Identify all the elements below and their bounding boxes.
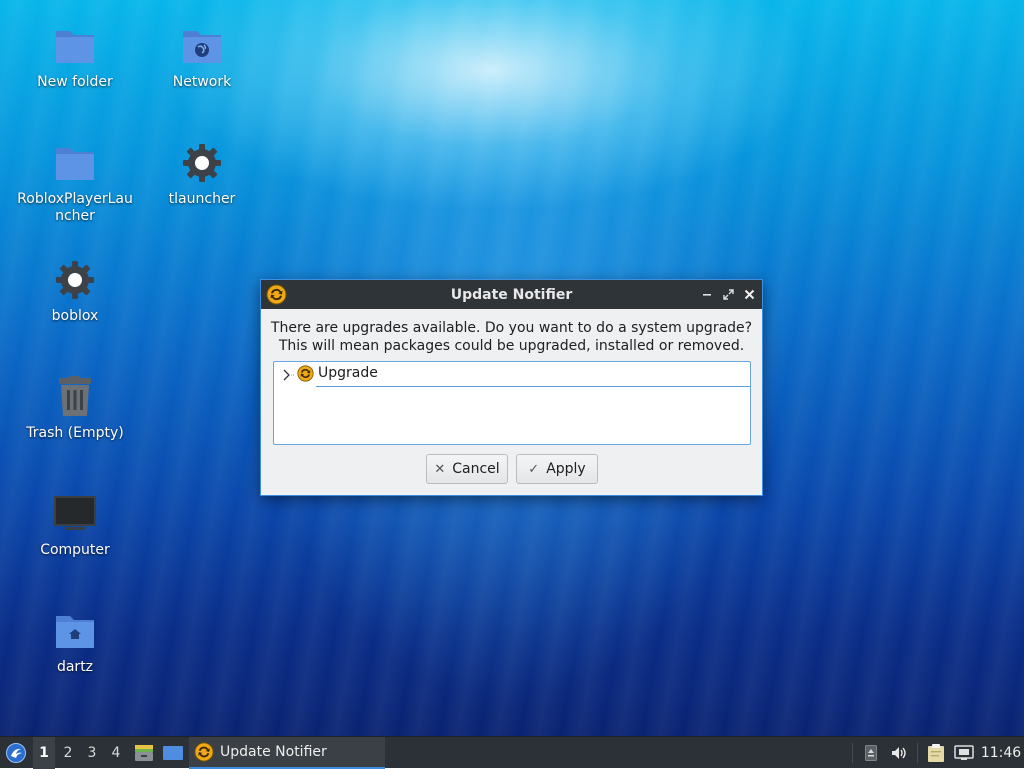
monitor-icon	[51, 490, 99, 538]
tray-arrow-button[interactable]	[861, 737, 881, 769]
file-manager-launcher[interactable]	[132, 737, 156, 769]
workspace-3[interactable]: 3	[81, 737, 103, 769]
volume-button[interactable]	[888, 737, 910, 769]
workspace-1[interactable]: 1	[33, 737, 55, 769]
eject-icon	[865, 745, 877, 761]
desktop-icon-new-folder[interactable]: New folder	[15, 22, 135, 91]
chevron-right-icon[interactable]	[280, 367, 294, 381]
update-icon	[297, 365, 314, 386]
network-status-button[interactable]	[953, 737, 975, 769]
desktop-icon-network[interactable]: Network	[142, 22, 262, 91]
tree-row-underline	[316, 386, 750, 387]
taskbar-window-update-notifier[interactable]: Update Notifier	[189, 737, 385, 769]
clipboard-button[interactable]	[925, 737, 947, 769]
desktop-icon-boblox[interactable]: boblox	[15, 256, 135, 325]
folder-icon	[51, 22, 99, 70]
tray-separator	[852, 743, 853, 763]
update-notifier-icon	[194, 742, 214, 762]
home-folder-icon	[51, 607, 99, 655]
desktop-icon-dartz[interactable]: dartz	[15, 607, 135, 676]
apply-button-label: Apply	[546, 461, 586, 477]
network-monitor-icon	[954, 745, 974, 760]
upgrade-tree[interactable]: Upgrade	[273, 361, 751, 445]
desktop-icon-label: New folder	[37, 74, 113, 90]
message-line-2: This will mean packages could be upgrade…	[278, 338, 745, 354]
desktop-icon-trash[interactable]: Trash (Empty)	[15, 373, 135, 442]
workspace-4[interactable]: 4	[105, 737, 127, 769]
desktop: New folder Network RobloxPlayerLauncher	[0, 0, 1024, 736]
cancel-button[interactable]: ✕ Cancel	[426, 454, 508, 484]
clipboard-icon	[928, 744, 944, 762]
network-folder-icon	[178, 22, 226, 70]
desktop-icon-label: Network	[172, 74, 232, 90]
minimize-button[interactable]	[699, 286, 715, 302]
maximize-button[interactable]	[720, 286, 736, 302]
maximize-icon	[722, 288, 734, 300]
tree-item-label: Upgrade	[318, 365, 378, 381]
workspace-2[interactable]: 2	[57, 737, 79, 769]
checkmark-icon: ✓	[528, 461, 540, 477]
desktop-icon-label: boblox	[51, 308, 99, 324]
close-icon: ✕	[434, 461, 446, 477]
tray-separator	[917, 743, 918, 763]
show-desktop-button[interactable]	[160, 737, 186, 769]
clock-label: 11:46	[980, 745, 1022, 761]
taskbar-window-label: Update Notifier	[220, 744, 327, 760]
desktop-icon-label: tlauncher	[168, 191, 236, 207]
desktop-icon-label: RobloxPlayerLauncher	[17, 191, 133, 224]
desktop-icon-robloxplayerlauncher[interactable]: RobloxPlayerLauncher	[15, 139, 135, 225]
close-button[interactable]	[741, 286, 757, 302]
trash-icon	[51, 373, 99, 421]
message-line-1: There are upgrades available. Do you wan…	[270, 320, 753, 336]
update-notifier-icon	[266, 284, 287, 309]
dialog-title: Update Notifier	[450, 286, 573, 303]
desktop-icon-label: Computer	[40, 542, 110, 558]
lubuntu-logo-icon	[6, 743, 26, 763]
dialog-message: There are upgrades available. Do you wan…	[261, 319, 762, 355]
gear-icon	[178, 139, 226, 187]
desktop-icon-label: dartz	[56, 659, 94, 675]
update-notifier-dialog: Update Notifier There are upgrades avail…	[260, 279, 763, 496]
clock[interactable]: 11:46	[980, 737, 1022, 769]
file-cabinet-icon	[135, 745, 153, 761]
apply-button[interactable]: ✓ Apply	[516, 454, 598, 484]
start-menu-button[interactable]	[2, 737, 30, 769]
close-icon	[744, 289, 754, 299]
desktop-icon-tlauncher[interactable]: tlauncher	[142, 139, 262, 208]
dialog-titlebar[interactable]: Update Notifier	[261, 280, 762, 309]
desktop-icon-computer[interactable]: Computer	[15, 490, 135, 559]
cancel-button-label: Cancel	[452, 461, 500, 477]
volume-icon	[892, 747, 906, 759]
folder-icon	[51, 139, 99, 187]
desktop-icon	[163, 746, 183, 760]
tree-row-upgrade[interactable]: Upgrade	[274, 362, 750, 387]
desktop-icon-label: Trash (Empty)	[26, 425, 124, 441]
taskbar: 1 2 3 4 Update Notifier 11:46	[0, 736, 1024, 769]
gear-icon	[51, 256, 99, 304]
minimize-icon	[703, 294, 711, 296]
